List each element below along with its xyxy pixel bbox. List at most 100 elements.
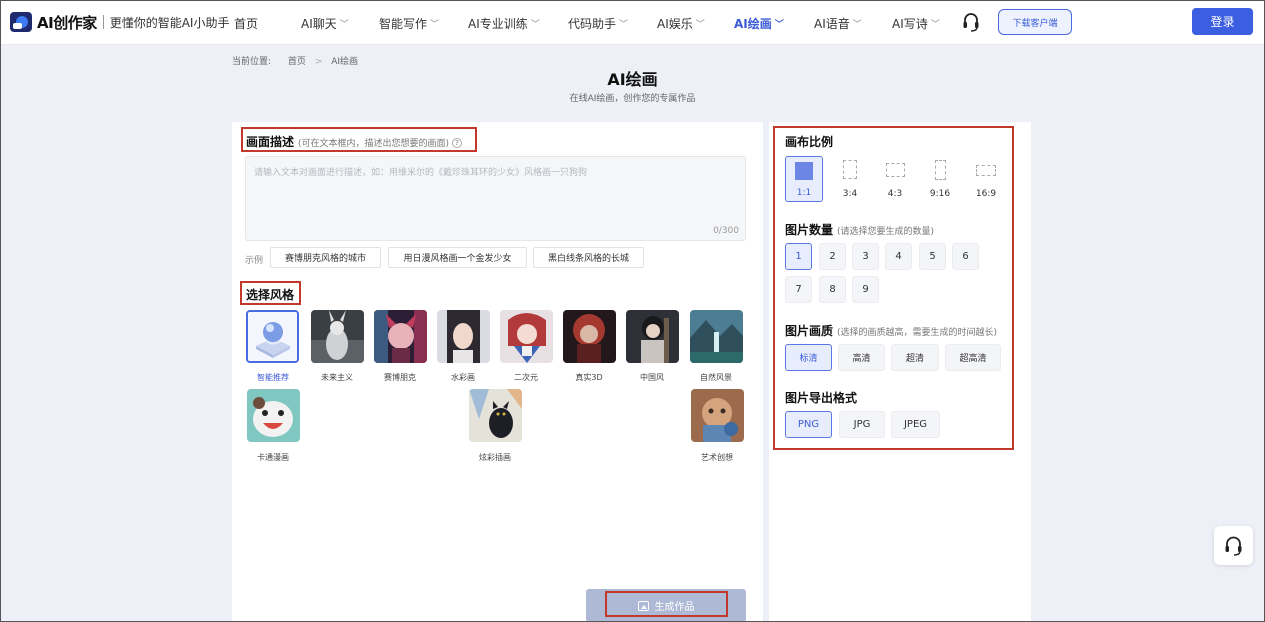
help-icon[interactable]: ? [452, 137, 463, 148]
ratio-label: 9:16 [929, 189, 951, 199]
quality-option[interactable]: 超高清 [945, 344, 1001, 371]
style-futurism-thumb[interactable] [311, 310, 364, 363]
style-watercolor-thumb[interactable] [437, 310, 490, 363]
style-label: 中国风 [640, 373, 664, 382]
chevron-down-icon: ﹀ [774, 20, 784, 30]
nav-ai-chat[interactable]: AI聊天 ﹀ [301, 15, 349, 32]
nav-ai-entertainment[interactable]: AI娱乐 ﹀ [657, 15, 705, 32]
style-label: 真实3D [575, 373, 603, 382]
count-section-title: 图片数量 (请选择您要生成的数量) [785, 223, 935, 237]
nav-ai-training[interactable]: AI专业训练 ﹀ [468, 15, 540, 32]
example-chip[interactable]: 用日漫风格画一个金发少女 [388, 247, 527, 268]
style-label: 炫彩插画 [479, 453, 511, 462]
example-chip[interactable]: 黑白线条风格的长城 [533, 247, 644, 268]
ratio-option-3-4[interactable]: 3:4 [831, 156, 869, 202]
format-option[interactable]: JPG [839, 411, 885, 438]
chevron-down-icon: ﹀ [339, 20, 349, 30]
style-colorful-illustration-thumb[interactable] [469, 389, 522, 442]
style-smart-recommend[interactable] [246, 310, 299, 363]
chevron-down-icon: ﹀ [930, 20, 940, 30]
count-option[interactable]: 1 [785, 243, 812, 270]
right-panel: 画布比例 1:1 3:4 4:3 9:16 16:9 图片数量 (请选择您要生成的… [769, 122, 1031, 622]
style-anime-thumb[interactable] [500, 310, 553, 363]
ratio-option-1-1[interactable]: 1:1 [785, 156, 823, 202]
ratio-option-4-3[interactable]: 4:3 [876, 156, 914, 202]
format-option[interactable]: JPEG [891, 411, 940, 438]
style-label: 艺术创想 [701, 453, 733, 462]
generate-button[interactable]: 生成作品 [586, 589, 746, 622]
nav-home[interactable]: 首页 [234, 15, 258, 32]
nav-ai-painting[interactable]: AI绘画 ﹀ [734, 15, 784, 32]
style-label: 智能推荐 [257, 373, 289, 382]
ratio-label: 1:1 [796, 188, 812, 198]
count-option[interactable]: 2 [819, 243, 846, 270]
count-option[interactable]: 4 [885, 243, 912, 270]
style-label: 未来主义 [321, 373, 353, 382]
image-icon [637, 600, 649, 611]
logo-slogan: 更懂你的智能AI小助手 [109, 15, 230, 30]
examples-label: 示例 [245, 256, 264, 266]
floating-support-button[interactable] [1214, 526, 1253, 565]
style-label: 赛博朋克 [384, 373, 416, 382]
style-nature-thumb[interactable] [690, 310, 743, 363]
left-panel: 画面描述 (可在文本框内，描述出您想要的画面)? 请输入文本对画面进行描述，如：用… [232, 122, 763, 622]
page-subtitle: 在线AI绘画，创作您的专属作品 [569, 94, 696, 104]
chevron-down-icon: ﹀ [530, 20, 540, 30]
style-label: 卡通漫画 [257, 453, 289, 462]
ratio-shape [843, 160, 857, 179]
example-chip[interactable]: 赛博朋克风格的城市 [270, 247, 381, 268]
char-counter: 0/300 [713, 226, 739, 236]
count-option[interactable]: 9 [852, 276, 879, 303]
headset-icon[interactable] [962, 12, 980, 32]
ratio-option-16-9[interactable]: 16:9 [967, 156, 1005, 202]
ratio-option-9-16[interactable]: 9:16 [921, 156, 959, 202]
count-option[interactable]: 8 [819, 276, 846, 303]
style-label: 水彩画 [451, 373, 475, 382]
chevron-down-icon: ﹀ [619, 20, 629, 30]
count-option[interactable]: 3 [852, 243, 879, 270]
ratio-shape [934, 160, 946, 180]
format-section-title: 图片导出格式 [785, 391, 858, 405]
login-button[interactable]: 登录 [1192, 8, 1253, 35]
ratio-section-title: 画布比例 [785, 135, 834, 149]
logo-divider [102, 15, 104, 29]
quality-option[interactable]: 高清 [838, 344, 885, 371]
logo[interactable]: AI创作家 更懂你的智能AI小助手 [10, 11, 229, 33]
count-option[interactable]: 6 [952, 243, 979, 270]
description-section-title: 画面描述 (可在文本框内，描述出您想要的画面)? [246, 133, 463, 150]
top-header: AI创作家 更懂你的智能AI小助手 首页 AI聊天 ﹀ 智能写作 ﹀ AI专业训练 ﹀… [0, 0, 1265, 45]
nav-ai-poetry[interactable]: AI写诗 ﹀ [892, 15, 940, 32]
quality-option[interactable]: 标清 [785, 344, 832, 371]
ratio-label: 4:3 [887, 189, 903, 199]
format-option[interactable]: PNG [785, 411, 832, 438]
description-input[interactable]: 请输入文本对画面进行描述，如：用维米尔的《戴珍珠耳环的少女》风格画一只狗狗 0/… [245, 156, 746, 241]
nav-smart-writing[interactable]: 智能写作 ﹀ [379, 15, 439, 32]
style-label: 自然风景 [700, 373, 732, 382]
style-cartoon-thumb[interactable] [247, 389, 300, 442]
nav-ai-voice[interactable]: AI语音 ﹀ [814, 15, 862, 32]
smart-recommend-icon [248, 312, 297, 361]
generate-button-label: 生成作品 [654, 602, 695, 613]
headset-icon [1225, 536, 1242, 556]
style-chinese-thumb[interactable] [626, 310, 679, 363]
logo-icon [10, 12, 32, 32]
logo-text: AI创作家 [37, 13, 97, 32]
style-label: 二次元 [514, 373, 538, 382]
count-option[interactable]: 7 [785, 276, 812, 303]
download-client-button[interactable]: 下载客户端 [998, 9, 1072, 35]
description-placeholder: 请输入文本对画面进行描述，如：用维米尔的《戴珍珠耳环的少女》风格画一只狗狗 [254, 168, 588, 178]
quality-section-title: 图片画质 (选择的画质越高，需要生成的时间越长) [785, 324, 998, 338]
page-title: AI绘画 [607, 70, 658, 89]
quality-option[interactable]: 超清 [891, 344, 939, 371]
chevron-down-icon: ﹀ [695, 20, 705, 30]
style-cyberpunk-thumb[interactable] [374, 310, 427, 363]
chevron-down-icon: ﹀ [852, 20, 862, 30]
ratio-shape [795, 162, 813, 180]
ratio-label: 3:4 [842, 189, 858, 199]
style-section-title: 选择风格 [246, 288, 295, 302]
style-art-creative-thumb[interactable] [691, 389, 744, 442]
ratio-shape [976, 165, 996, 176]
count-option[interactable]: 5 [919, 243, 946, 270]
style-real3d-thumb[interactable] [563, 310, 616, 363]
nav-code-assistant[interactable]: 代码助手 ﹀ [568, 15, 628, 32]
